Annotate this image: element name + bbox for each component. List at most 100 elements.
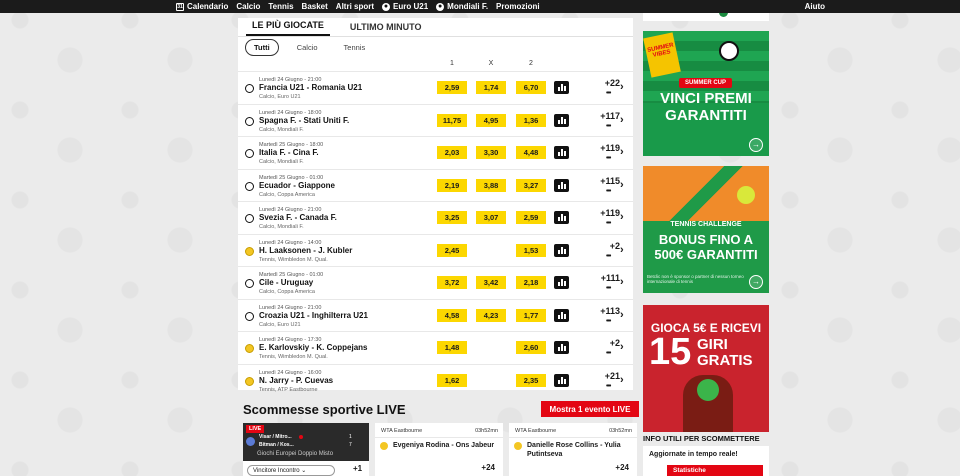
nav-euro-u21[interactable]: ● Euro U21 [378,0,432,13]
more-markets-count[interactable]: +113 [594,306,620,316]
odd-1-button[interactable]: 2,45 [437,243,467,257]
stats-icon[interactable] [554,308,569,322]
statistics-button[interactable]: Statistiche [667,465,763,476]
nav-calendario[interactable]: 31 Calendario [172,0,232,13]
event-match[interactable]: Ecuador - Giappone [259,181,335,190]
more-markets-count[interactable]: +1 [353,464,362,473]
live-event-card[interactable]: WTA Eastbourne 03h52mn Evgeniya Rodina -… [375,423,503,476]
stats-icon[interactable] [554,211,569,224]
event-row[interactable]: Lunedì 24 Giugno - 17:30 E. Karlovskiy - … [238,331,633,364]
event-row[interactable]: Lunedì 24 Giugno - 16:00 N. Jarry - P. Cu… [238,363,633,397]
nav-mondiali[interactable]: ● Mondiali F. [432,0,492,13]
event-match[interactable]: Cile - Uruguay [259,278,313,287]
chevron-right-icon[interactable]: › [620,81,624,93]
tab-ultimo-minuto[interactable]: ULTIMO MINUTO [344,22,428,36]
odd-1-button[interactable]: 2,19 [437,178,467,192]
nav-basket[interactable]: Basket [298,0,332,13]
more-markets-count[interactable]: +119 [594,143,620,153]
odd-2-button[interactable]: 3,27 [516,178,546,192]
odd-x-button[interactable]: 1,74 [476,81,506,94]
more-markets-count[interactable]: +24 [615,463,629,472]
more-markets-count[interactable]: +2 [594,338,620,348]
event-row[interactable]: Lunedì 24 Giugno - 21:00 Croazia U21 - In… [238,298,633,332]
chevron-right-icon[interactable]: › [620,276,624,288]
odd-2-button[interactable]: 1,77 [516,308,546,322]
stats-icon[interactable] [554,81,569,94]
filter-tennis[interactable]: Tennis [336,40,374,55]
odd-1-button[interactable]: 2,03 [437,146,467,159]
odd-2-button[interactable]: 1,53 [516,243,546,257]
tab-piu-giocate[interactable]: LE PIÙ GIOCATE [246,20,330,36]
filter-calcio[interactable]: Calcio [289,40,326,55]
live-event-card[interactable]: WTA Eastbourne 03h52mn Danielle Rose Col… [509,423,637,476]
stats-icon[interactable] [554,341,569,354]
odd-x-button[interactable]: 3,30 [476,146,506,159]
odd-1-button[interactable]: 11,75 [437,113,467,127]
odd-1-button[interactable]: 3,25 [437,211,467,224]
event-match[interactable]: N. Jarry - P. Cuevas [259,376,333,385]
nav-promozioni[interactable]: Promozioni [492,0,544,13]
odd-2-button[interactable]: 1,36 [516,113,546,127]
odd-2-button[interactable]: 6,70 [516,81,546,94]
live-event-card[interactable]: LIVE Visar / Mitro... Bitman / Kos... 1 … [243,423,369,476]
ad-summer-cup[interactable]: SUMMER VIBES SUMMER CUP VINCI PREMI GARA… [643,31,769,156]
odd-1-button[interactable]: 2,59 [437,81,467,94]
filter-tutti[interactable]: Tutti [245,38,279,56]
event-match[interactable]: Svezia F. - Canada F. [259,213,337,222]
event-row[interactable]: Lunedì 24 Giugno - 21:00 Francia U21 - Ro… [238,71,633,104]
event-match[interactable]: Croazia U21 - Inghilterra U21 [259,311,368,320]
odd-2-button[interactable]: 2,18 [516,276,546,289]
stats-icon[interactable] [554,178,569,192]
odd-2-button[interactable]: 2,60 [516,341,546,354]
odd-x-button[interactable]: 3,07 [476,211,506,224]
odd-x-button[interactable]: 3,42 [476,276,506,289]
odd-1-button[interactable]: 4,58 [437,308,467,322]
nav-tennis[interactable]: Tennis [264,0,297,13]
more-markets-count[interactable]: +2 [594,241,620,251]
chevron-right-icon[interactable]: › [620,146,624,158]
more-markets-count[interactable]: +21 [594,371,620,381]
event-match[interactable]: Spagna F. - Stati Uniti F. [259,116,349,125]
event-match[interactable]: H. Laaksonen - J. Kubler [259,246,352,255]
event-row[interactable]: Lunedì 24 Giugno - 14:00 H. Laaksonen - J… [238,233,633,267]
event-match[interactable]: Italia F. - Cina F. [259,148,319,157]
event-row[interactable]: Lunedì 24 Giugno - 18:00 Spagna F. - Stat… [238,103,633,137]
stats-icon[interactable] [554,243,569,257]
event-row[interactable]: Lunedì 24 Giugno - 21:00 Svezia F. - Cana… [238,201,633,234]
odd-1-button[interactable]: 3,72 [437,276,467,289]
odd-2-button[interactable]: 2,59 [516,211,546,224]
arrow-right-icon[interactable]: → [749,138,763,152]
nav-calcio[interactable]: Calcio [232,0,264,13]
stats-icon[interactable] [554,146,569,159]
stats-icon[interactable] [554,373,569,387]
event-row[interactable]: Martedì 25 Giugno - 18:00 Italia F. - Cin… [238,136,633,169]
chevron-right-icon[interactable]: › [620,114,624,126]
more-markets-count[interactable]: +111 [594,273,620,283]
ad-tennis-challenge[interactable]: TENNIS CHALLENGE BONUS FINO A 500€ GARAN… [643,166,769,293]
chevron-right-icon[interactable]: › [620,211,624,223]
odd-x-button[interactable]: 3,88 [476,178,506,192]
chevron-right-icon[interactable]: › [620,244,624,256]
event-match[interactable]: Francia U21 - Romania U21 [259,83,362,92]
odd-1-button[interactable]: 1,48 [437,341,467,354]
event-match[interactable]: E. Karlovskiy - K. Coppejans [259,343,367,352]
arrow-right-icon[interactable]: → [749,275,763,289]
chevron-right-icon[interactable]: › [620,309,624,321]
odd-1-button[interactable]: 1,62 [437,373,467,387]
odd-2-button[interactable]: 4,48 [516,146,546,159]
more-markets-count[interactable]: +119 [594,208,620,218]
odd-x-button[interactable]: 4,23 [476,308,506,322]
nav-altri-sport[interactable]: Altri sport [332,0,378,13]
stats-icon[interactable] [554,276,569,289]
odd-2-button[interactable]: 2,35 [516,373,546,387]
more-markets-count[interactable]: +24 [481,463,495,472]
event-row[interactable]: Martedì 25 Giugno - 01:00 Ecuador - Giapp… [238,168,633,202]
chevron-right-icon[interactable]: › [620,179,624,191]
chevron-right-icon[interactable]: › [620,341,624,353]
stats-icon[interactable] [554,113,569,127]
more-markets-count[interactable]: +115 [594,176,620,186]
ad-free-spins[interactable]: GIOCA 5€ E RICEVI 15 GIRI GRATIS [643,305,769,432]
event-row[interactable]: Martedì 25 Giugno - 01:00 Cile - Uruguay C… [238,266,633,299]
more-markets-count[interactable]: +117 [594,111,620,121]
market-select[interactable]: Vincitore Incontro ⌄ [247,465,335,476]
